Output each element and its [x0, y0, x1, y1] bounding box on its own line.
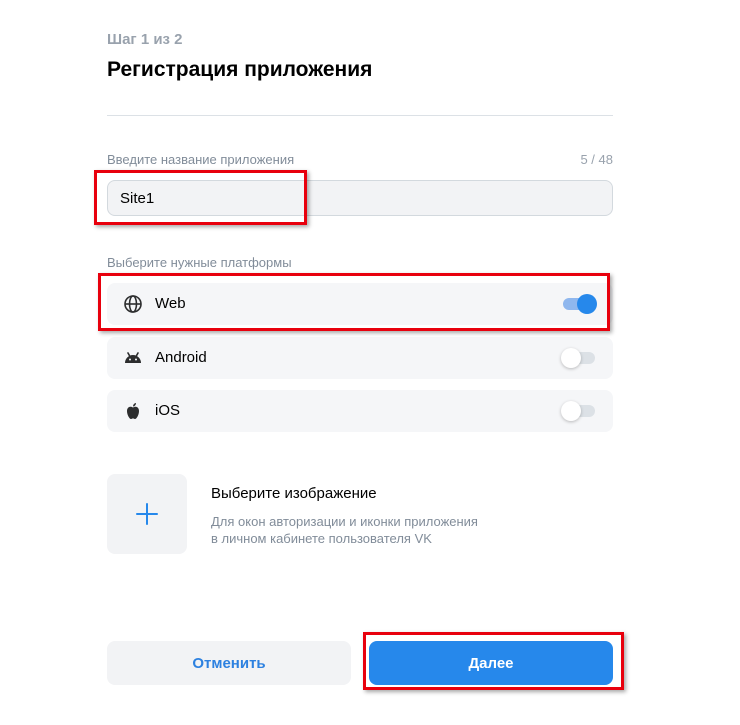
toggle-knob	[561, 401, 581, 421]
platform-android[interactable]: Android	[107, 337, 613, 379]
image-upload-description: Для окон авторизации и иконки приложения…	[211, 513, 511, 547]
next-button[interactable]: Далее	[369, 641, 613, 685]
toggle-knob	[561, 348, 581, 368]
app-name-label: Введите название приложения	[107, 152, 295, 167]
platform-ios[interactable]: iOS	[107, 390, 613, 432]
platform-android-toggle[interactable]	[561, 348, 595, 368]
platform-android-label: Android	[155, 349, 207, 366]
step-indicator: Шаг 1 из 2	[107, 31, 183, 48]
app-name-counter: 5 / 48	[580, 152, 613, 167]
toggle-knob	[577, 294, 597, 314]
platform-web[interactable]: Web	[107, 283, 613, 325]
image-upload-description-line: в личном кабинете пользователя VK	[211, 531, 432, 546]
image-upload-title: Выберите изображение	[211, 485, 377, 502]
platform-ios-label: iOS	[155, 402, 181, 419]
globe-icon	[124, 295, 142, 313]
platform-web-toggle[interactable]	[563, 294, 597, 314]
plus-icon	[136, 503, 158, 525]
platforms-label: Выберите нужные платформы	[107, 255, 292, 270]
app-name-input[interactable]	[107, 180, 613, 216]
android-icon	[125, 352, 141, 363]
cancel-button[interactable]: Отменить	[107, 641, 351, 685]
platform-ios-toggle[interactable]	[561, 401, 595, 421]
header-divider	[107, 115, 613, 116]
image-upload-description-line: Для окон авторизации и иконки приложения	[211, 514, 478, 529]
platform-web-label: Web	[155, 295, 186, 312]
image-upload-button[interactable]	[107, 474, 187, 554]
page-title: Регистрация приложения	[107, 58, 373, 81]
apple-icon	[127, 403, 139, 419]
